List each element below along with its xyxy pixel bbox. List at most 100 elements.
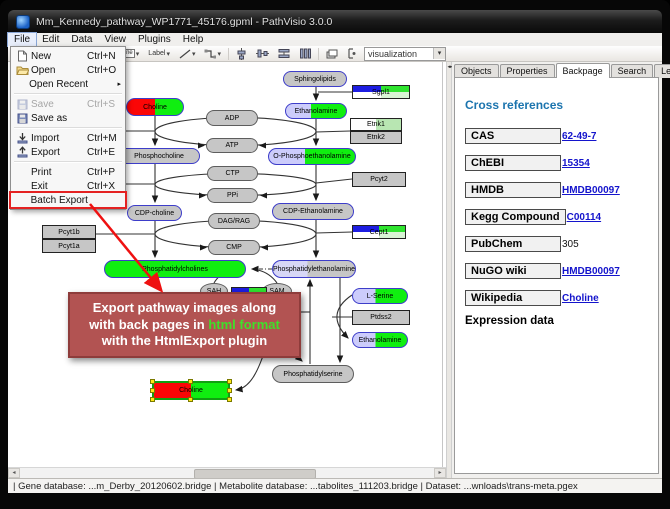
menubar-item-edit[interactable]: Edit: [36, 33, 65, 46]
layers-button[interactable]: [324, 47, 340, 60]
align-center-y-button[interactable]: [254, 47, 271, 60]
line-tool-button[interactable]: ▾: [177, 47, 198, 60]
backpage-section-title: ChEBI: [465, 155, 561, 171]
pathway-node-cept1[interactable]: Cept1: [352, 225, 406, 239]
crossref-link-hmdb00097[interactable]: HMDB00097: [562, 266, 620, 277]
align-center-x-button[interactable]: [234, 47, 249, 60]
file-menu-item-new[interactable]: NewCtrl+N: [11, 49, 125, 63]
pathway-node-ctp[interactable]: CTP: [207, 166, 258, 181]
pathway-node-sphingolipids[interactable]: Sphingolipids: [283, 71, 347, 87]
menubar-item-plugins[interactable]: Plugins: [132, 33, 177, 46]
menu-item-label: Export: [31, 147, 87, 158]
selection-handle[interactable]: [188, 397, 193, 402]
tab-objects[interactable]: Objects: [454, 64, 499, 78]
selection-handle[interactable]: [150, 379, 155, 384]
pathway-node-etnk2[interactable]: Etnk2: [350, 131, 402, 144]
menu-item-shortcut: Ctrl+N: [87, 51, 121, 62]
menu-item-label: Batch Export: [31, 195, 88, 206]
canvas-hscrollbar[interactable]: ◂ ▸: [8, 467, 446, 478]
pathway-node-ptdss2[interactable]: Ptdss2: [352, 310, 410, 325]
dropdown-arrow-icon[interactable]: ▾: [136, 50, 140, 58]
toolbar-separator: [228, 48, 229, 60]
file-menu-item-export[interactable]: ExportCtrl+E: [11, 145, 125, 159]
distribute-columns-button[interactable]: [297, 47, 313, 60]
scroll-right-icon[interactable]: ▸: [434, 468, 446, 478]
dropdown-arrow-icon[interactable]: ▾: [192, 50, 196, 58]
group-button[interactable]: [345, 47, 359, 60]
scroll-left-icon[interactable]: ◂: [8, 468, 20, 478]
pathway-node-atp[interactable]: ATP: [206, 138, 258, 153]
menubar-item-view[interactable]: View: [98, 33, 132, 46]
pathway-node-pcyt1b[interactable]: Pcyt1b: [42, 225, 96, 239]
tab-backpage[interactable]: Backpage: [556, 63, 610, 78]
menu-separator: [14, 161, 122, 163]
pathway-node-sgpl1[interactable]: Sgpl1: [352, 85, 410, 99]
pathway-node-phosphatidylethanolamine[interactable]: Phosphatidylethanolamine: [272, 260, 356, 278]
pathway-node-dag-rag[interactable]: DAG/RAG: [208, 213, 260, 229]
connector-icon: [204, 49, 216, 59]
toolbar-separator: [318, 48, 319, 60]
pathway-node-ethanolamine-top[interactable]: Ethanolamine: [285, 103, 347, 119]
dropdown-arrow-icon[interactable]: ▾: [433, 48, 445, 59]
pathway-node-choline-top[interactable]: Choline: [126, 98, 184, 116]
selection-handle[interactable]: [188, 379, 193, 384]
backpage-section-title: Kegg Compound: [465, 209, 566, 225]
tab-legend[interactable]: Legend: [654, 64, 670, 78]
pathvisio-window: Mm_Kennedy_pathway_WP1771_45176.gpml - P…: [0, 0, 670, 509]
selection-handle[interactable]: [150, 397, 155, 402]
file-menu-item-import[interactable]: ImportCtrl+M: [11, 131, 125, 145]
pathway-node-cmp[interactable]: CMP: [208, 240, 260, 255]
pathway-node-ppi[interactable]: PPi: [207, 188, 258, 203]
menubar-item-help[interactable]: Help: [177, 33, 210, 46]
file-menu-item-batch-export[interactable]: Batch Export: [11, 193, 125, 207]
pathway-node-adp[interactable]: ADP: [206, 110, 258, 126]
pathway-node-pcyt1a[interactable]: Pcyt1a: [42, 239, 96, 253]
pathway-node-phosphocholine[interactable]: Phosphocholine: [118, 148, 200, 164]
submenu-arrow-icon: ▸: [117, 80, 121, 88]
crossref-link-15354[interactable]: 15354: [562, 158, 590, 169]
pathway-node-o-phosphoethanolamine[interactable]: O-Phosphoethanolamine: [268, 148, 356, 165]
expression-data-heading: Expression data: [465, 315, 648, 327]
dropdown-arrow-icon[interactable]: ▾: [217, 50, 221, 58]
pathway-node-etnk1[interactable]: Etnk1: [350, 118, 402, 131]
pathway-node-cdp-ethanolamine[interactable]: CDP-Ethanolamine: [272, 203, 354, 220]
connector-tool-button[interactable]: ▾: [202, 47, 223, 60]
menubar-item-file[interactable]: File: [8, 33, 36, 46]
pathway-node-cdp-choline[interactable]: CDP-choline: [127, 205, 182, 221]
pathway-node-choline-selected[interactable]: Choline: [152, 381, 230, 400]
pathway-node-phosphatidylcholines[interactable]: Phosphatidylcholines: [104, 260, 246, 278]
crossref-link-c00114[interactable]: C00114: [567, 212, 601, 223]
window-title: Mm_Kennedy_pathway_WP1771_45176.gpml - P…: [36, 16, 332, 28]
dropdown-arrow-icon[interactable]: ▾: [166, 50, 170, 58]
pathway-node-ethanolamine-bottom[interactable]: Ethanolamine: [352, 332, 408, 348]
file-menu-item-exit[interactable]: ExitCtrl+X: [11, 179, 125, 193]
selection-handle[interactable]: [227, 388, 232, 393]
selection-handle[interactable]: [227, 379, 232, 384]
menu-item-shortcut: Ctrl+S: [87, 99, 121, 110]
backpage-section-pubchem: PubChem305: [465, 234, 648, 252]
tab-search[interactable]: Search: [611, 64, 654, 78]
menu-separator: [14, 93, 122, 95]
menubar-item-data[interactable]: Data: [65, 33, 98, 46]
pathway-node-phosphatidylserine[interactable]: Phosphatidylserine: [272, 365, 354, 383]
file-menu-item-save-as[interactable]: Save as: [11, 111, 125, 125]
menu-item-label: Print: [31, 167, 87, 178]
crossref-link-62-49-7[interactable]: 62-49-7: [562, 131, 596, 142]
pathway-node-l-serine[interactable]: L-Serine: [352, 288, 408, 304]
file-menu-item-print[interactable]: PrintCtrl+P: [11, 165, 125, 179]
backpage-panel[interactable]: Cross references CAS62-49-7ChEBI15354HMD…: [454, 77, 659, 474]
selection-handle[interactable]: [150, 388, 155, 393]
title-bar[interactable]: Mm_Kennedy_pathway_WP1771_45176.gpml - P…: [8, 10, 662, 33]
crossref-link-choline[interactable]: Choline: [562, 293, 599, 304]
new-label-button[interactable]: Label ▾: [146, 47, 172, 60]
selection-handle[interactable]: [227, 397, 232, 402]
file-menu-item-open-recent[interactable]: Open Recent▸: [11, 77, 125, 91]
visualization-combobox[interactable]: visualization ▾: [364, 47, 446, 61]
file-menu-item-open[interactable]: OpenCtrl+O: [11, 63, 125, 77]
tab-properties[interactable]: Properties: [500, 64, 555, 78]
pathway-node-pcyt2[interactable]: Pcyt2: [352, 172, 406, 187]
visualization-value: visualization: [365, 49, 433, 59]
backpage-section-cas: CAS62-49-7: [465, 126, 648, 144]
crossref-link-hmdb00097[interactable]: HMDB00097: [562, 185, 620, 196]
distribute-rows-button[interactable]: [276, 47, 292, 60]
